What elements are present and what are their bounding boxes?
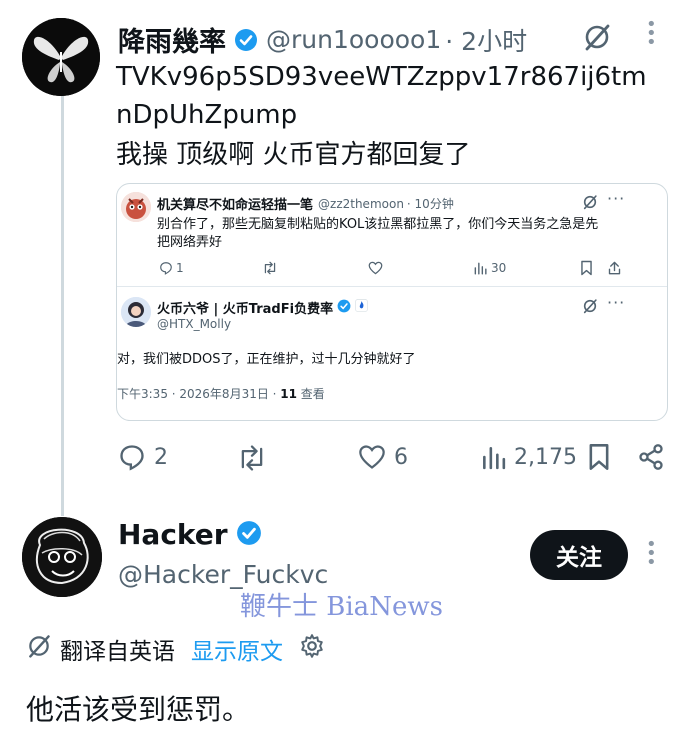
share-nodes-icon — [639, 444, 663, 470]
views-count: 11 — [280, 387, 297, 401]
show-original-link[interactable]: 显示原文 — [191, 632, 283, 666]
like-count: 6 — [394, 444, 408, 470]
grok-icon[interactable] — [582, 298, 598, 318]
like-button[interactable] — [368, 261, 383, 275]
thread-connector-line — [61, 96, 64, 516]
views-count: 30 — [491, 261, 507, 275]
views-button[interactable]: 2,175 — [480, 444, 577, 470]
more-options-icon[interactable]: • • • — [646, 536, 657, 572]
gear-icon[interactable] — [299, 633, 325, 665]
verified-badge-icon — [234, 28, 258, 52]
reply-count: 2 — [154, 444, 168, 470]
post-time[interactable]: · 10分钟 — [407, 195, 454, 212]
tweet2-text: 他活该受到惩罚。 — [26, 693, 251, 726]
views-icon — [474, 262, 487, 275]
person-avatar-icon — [121, 297, 151, 327]
views-count: 2,175 — [514, 444, 577, 470]
tweet-text-line: nDpUhZpump — [116, 100, 298, 130]
butterfly-avatar-icon — [22, 18, 100, 96]
display-name[interactable]: 机关算尽不如命运轻描一笔 — [157, 194, 313, 213]
views-button[interactable]: 30 — [473, 261, 506, 275]
share-button[interactable] — [637, 443, 665, 471]
heart-icon — [368, 261, 383, 275]
post-time[interactable]: · 2小时 — [445, 22, 527, 58]
reply-button[interactable]: 1 — [159, 261, 184, 275]
cartoon-avatar-icon — [121, 192, 151, 222]
quote-reply-text: 对，我们被DDOS了，正在维护，过十几分钟就好了 — [117, 352, 416, 367]
user-handle[interactable]: @zz2themoon — [318, 197, 404, 211]
avatar[interactable] — [121, 297, 151, 327]
avatar[interactable] — [22, 517, 102, 597]
display-name[interactable]: 火币六爷 | 火币TradFi负费率 — [157, 298, 333, 317]
user-handle[interactable]: @run1ooooo1 — [266, 25, 441, 54]
tweet1-header: 降雨幾率 @run1ooooo1 · 2小时 — [118, 20, 527, 59]
tweet-text-line: 我操 顶级啊 火币官方都回复了 — [116, 140, 471, 170]
tweet1-text: TVKv96p5SD93veeWTZzppv17r867ij6tm nDpUhZ… — [116, 58, 676, 174]
affiliate-badge-icon — [355, 299, 368, 316]
repost-button[interactable] — [236, 444, 268, 472]
divider — [117, 286, 667, 287]
reply-icon — [160, 262, 172, 275]
more-options-icon[interactable]: • • • — [646, 16, 657, 52]
quote-parent-header: 机关算尽不如命运轻描一笔 @zz2themoon · 10分钟 — [157, 194, 454, 214]
repost-button[interactable] — [262, 261, 278, 275]
avatar[interactable] — [121, 192, 151, 222]
tweet-text-line: 别合作了，那些无脑复制粘贴的KOL该拉黑都拉黑了，你们今天当务之急是先 — [157, 217, 599, 232]
grok-icon[interactable] — [582, 194, 598, 214]
views-icon — [483, 447, 506, 470]
share-icon — [608, 261, 621, 275]
grok-icon — [26, 633, 52, 665]
bookmark-icon — [589, 444, 609, 470]
more-options-icon[interactable]: ··· — [607, 293, 625, 312]
quote-reply-header: 火币六爷 | 火币TradFi负费率 — [157, 298, 368, 317]
bookmark-button[interactable] — [580, 260, 593, 276]
tweet-text-line: 把网络弄好 — [157, 235, 223, 250]
quoted-thread-card[interactable]: 机关算尽不如命运轻描一笔 @zz2themoon · 10分钟 ··· 别合作了… — [116, 183, 668, 421]
reply-button[interactable]: 2 — [118, 443, 168, 471]
like-button[interactable]: 6 — [358, 444, 408, 470]
tweet2-header: Hacker — [118, 518, 262, 551]
follow-button[interactable]: 关注 — [530, 530, 628, 580]
heart-icon — [359, 445, 385, 469]
display-name[interactable]: Hacker — [118, 518, 228, 551]
views-label: 查看 — [296, 387, 325, 401]
translated-label: 翻译自英语 — [60, 639, 175, 665]
watermark: 鞭牛士 BiaNews — [240, 592, 443, 622]
bookmark-icon — [581, 260, 592, 276]
reply-icon — [120, 445, 144, 471]
avatar[interactable] — [22, 18, 100, 96]
grok-icon[interactable] — [582, 22, 612, 56]
post-meta: 下午3:35 · 2026年8月31日 · 11 查看 — [117, 385, 325, 402]
tweet-text-line: TVKv96p5SD93veeWTZzppv17r867ij6tm — [116, 62, 647, 92]
scribble-face-avatar-icon — [22, 517, 102, 597]
verified-badge-icon — [337, 299, 351, 317]
verified-badge-icon — [236, 520, 262, 550]
translation-bar: 翻译自英语 显示原文 — [26, 632, 325, 666]
more-options-icon[interactable]: ··· — [607, 189, 625, 208]
share-button[interactable] — [607, 260, 622, 276]
quote-parent-text: 别合作了，那些无脑复制粘贴的KOL该拉黑都拉黑了，你们今天当务之急是先 把网络弄… — [157, 216, 662, 252]
user-handle[interactable]: @Hacker_Fuckvc — [118, 560, 328, 589]
reply-count: 1 — [176, 261, 184, 275]
display-name[interactable]: 降雨幾率 — [118, 20, 226, 59]
user-handle[interactable]: @HTX_Molly — [157, 317, 231, 331]
bookmark-button[interactable] — [587, 443, 611, 471]
post-timestamp[interactable]: 下午3:35 · 2026年8月31日 · — [117, 387, 280, 401]
repost-icon — [264, 261, 276, 275]
repost-icon — [241, 445, 263, 471]
